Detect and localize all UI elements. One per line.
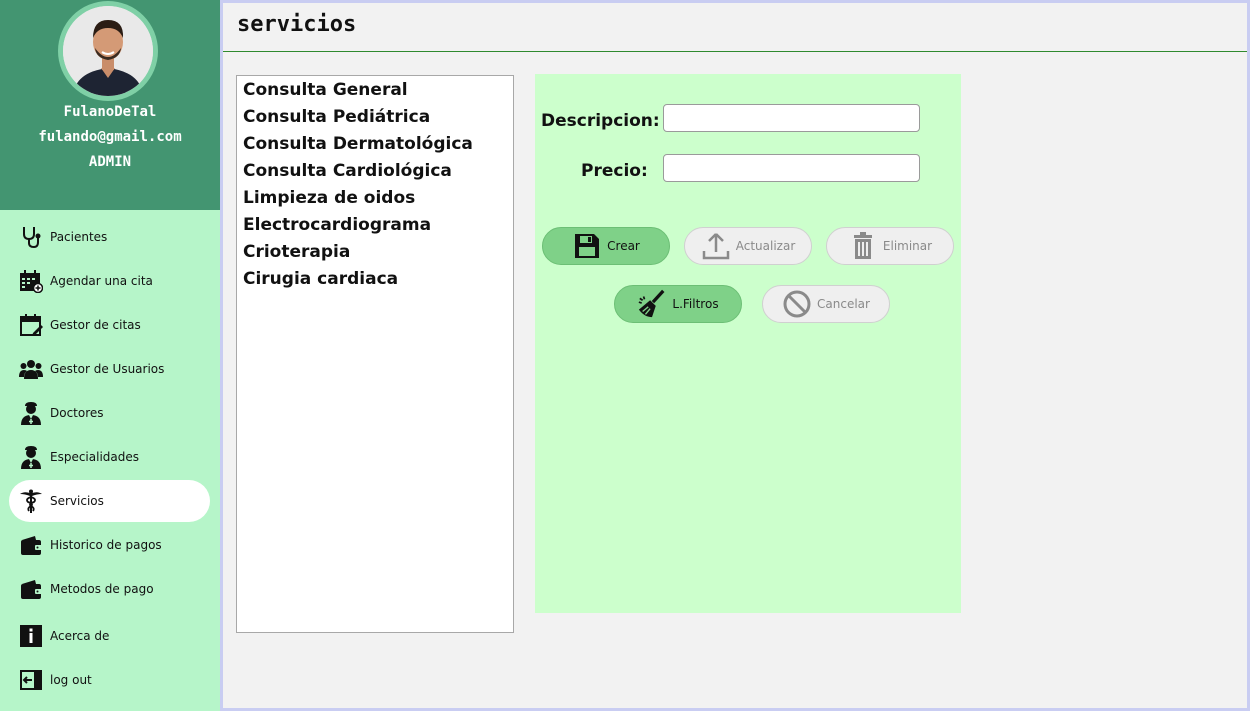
list-item[interactable]: Electrocardiograma: [243, 215, 431, 235]
crear-button[interactable]: Crear: [542, 227, 670, 265]
users-icon: [19, 357, 43, 381]
list-item[interactable]: Consulta Dermatológica: [243, 134, 473, 154]
doctor-icon: [19, 445, 43, 469]
sidebar-item-especialidades[interactable]: Especialidades: [9, 436, 210, 478]
sidebar-item-label: Pacientes: [50, 230, 108, 244]
sidebar: FulanoDeTal fulando@gmail.com ADMIN Paci…: [0, 0, 220, 711]
list-item[interactable]: Cirugia cardiaca: [243, 269, 398, 289]
eliminar-button-label: Eliminar: [882, 239, 933, 253]
actualizar-button-label: Actualizar: [735, 239, 796, 253]
list-item[interactable]: Crioterapia: [243, 242, 350, 262]
sidebar-item-servicios[interactable]: Servicios: [9, 480, 210, 522]
logout-icon: [19, 668, 43, 692]
sidebar-item-agendar-cita[interactable]: Agendar una cita: [9, 260, 210, 302]
sidebar-item-label: Servicios: [50, 494, 104, 508]
profile-name: FulanoDeTal: [63, 104, 157, 120]
stethoscope-icon: [19, 225, 43, 249]
sidebar-item-doctores[interactable]: Doctores: [9, 392, 210, 434]
caduceus-icon: [19, 489, 43, 513]
sidebar-item-pacientes[interactable]: Pacientes: [9, 216, 210, 258]
sidebar-item-acerca-de[interactable]: Acerca de: [9, 615, 210, 657]
broom-icon: [637, 289, 667, 319]
wallet-icon: [19, 533, 43, 557]
sidebar-item-log-out[interactable]: log out: [9, 659, 210, 701]
sidebar-item-label: Acerca de: [50, 629, 110, 643]
limpiar-filtros-button[interactable]: L.Filtros: [614, 285, 742, 323]
sidebar-item-label: Agendar una cita: [50, 274, 153, 288]
sidebar-item-label: Metodos de pago: [50, 582, 154, 596]
crear-button-label: Crear: [607, 239, 640, 253]
info-icon: [19, 624, 43, 648]
sidebar-item-label: Gestor de citas: [50, 318, 141, 332]
cancelar-button[interactable]: Cancelar: [762, 285, 890, 323]
calendar-add-icon: [19, 269, 43, 293]
list-item[interactable]: Consulta Cardiológica: [243, 161, 452, 181]
services-list[interactable]: Consulta General Consulta Pediátrica Con…: [236, 75, 514, 633]
actualizar-button[interactable]: Actualizar: [684, 227, 812, 265]
precio-label: Precio:: [581, 161, 648, 181]
main-panel: servicios Consulta General Consulta Pedi…: [220, 0, 1250, 711]
sidebar-item-gestor-usuarios[interactable]: Gestor de Usuarios: [9, 348, 210, 390]
trash-icon: [848, 231, 878, 261]
profile-email: fulando@gmail.com: [38, 129, 182, 145]
avatar-ring: [58, 1, 158, 101]
wallet-icon: [19, 577, 43, 601]
cancel-icon: [782, 289, 812, 319]
sidebar-item-gestor-citas[interactable]: Gestor de citas: [9, 304, 210, 346]
profile-panel: FulanoDeTal fulando@gmail.com ADMIN: [0, 0, 220, 210]
service-form: Descripcion: Precio: Crear Actualizar El…: [535, 74, 961, 613]
app-window: FulanoDeTal fulando@gmail.com ADMIN Paci…: [0, 0, 1250, 711]
precio-input[interactable]: [663, 154, 920, 182]
limpiar-filtros-button-label: L.Filtros: [672, 297, 719, 311]
page-title: servicios: [237, 12, 357, 37]
cancelar-button-label: Cancelar: [817, 297, 870, 311]
upload-icon: [701, 231, 731, 261]
avatar: [63, 6, 153, 96]
save-icon: [572, 231, 602, 261]
sidebar-item-label: Doctores: [50, 406, 104, 420]
list-item[interactable]: Consulta Pediátrica: [243, 107, 430, 127]
descripcion-label: Descripcion:: [541, 111, 660, 131]
eliminar-button[interactable]: Eliminar: [826, 227, 954, 265]
list-item[interactable]: Limpieza de oidos: [243, 188, 415, 208]
doctor-icon: [19, 401, 43, 425]
sidebar-item-label: Especialidades: [50, 450, 140, 464]
sidebar-item-label: log out: [50, 673, 92, 687]
descripcion-input[interactable]: [663, 104, 920, 132]
sidebar-item-historico-pagos[interactable]: Historico de pagos: [9, 524, 210, 566]
list-item[interactable]: Consulta General: [243, 80, 408, 100]
sidebar-item-label: Gestor de Usuarios: [50, 362, 165, 376]
sidebar-item-label: Historico de pagos: [50, 538, 162, 552]
header-divider: [223, 51, 1247, 52]
sidebar-item-metodos-pago[interactable]: Metodos de pago: [9, 568, 210, 610]
profile-role: ADMIN: [88, 154, 132, 170]
calendar-edit-icon: [19, 313, 43, 337]
